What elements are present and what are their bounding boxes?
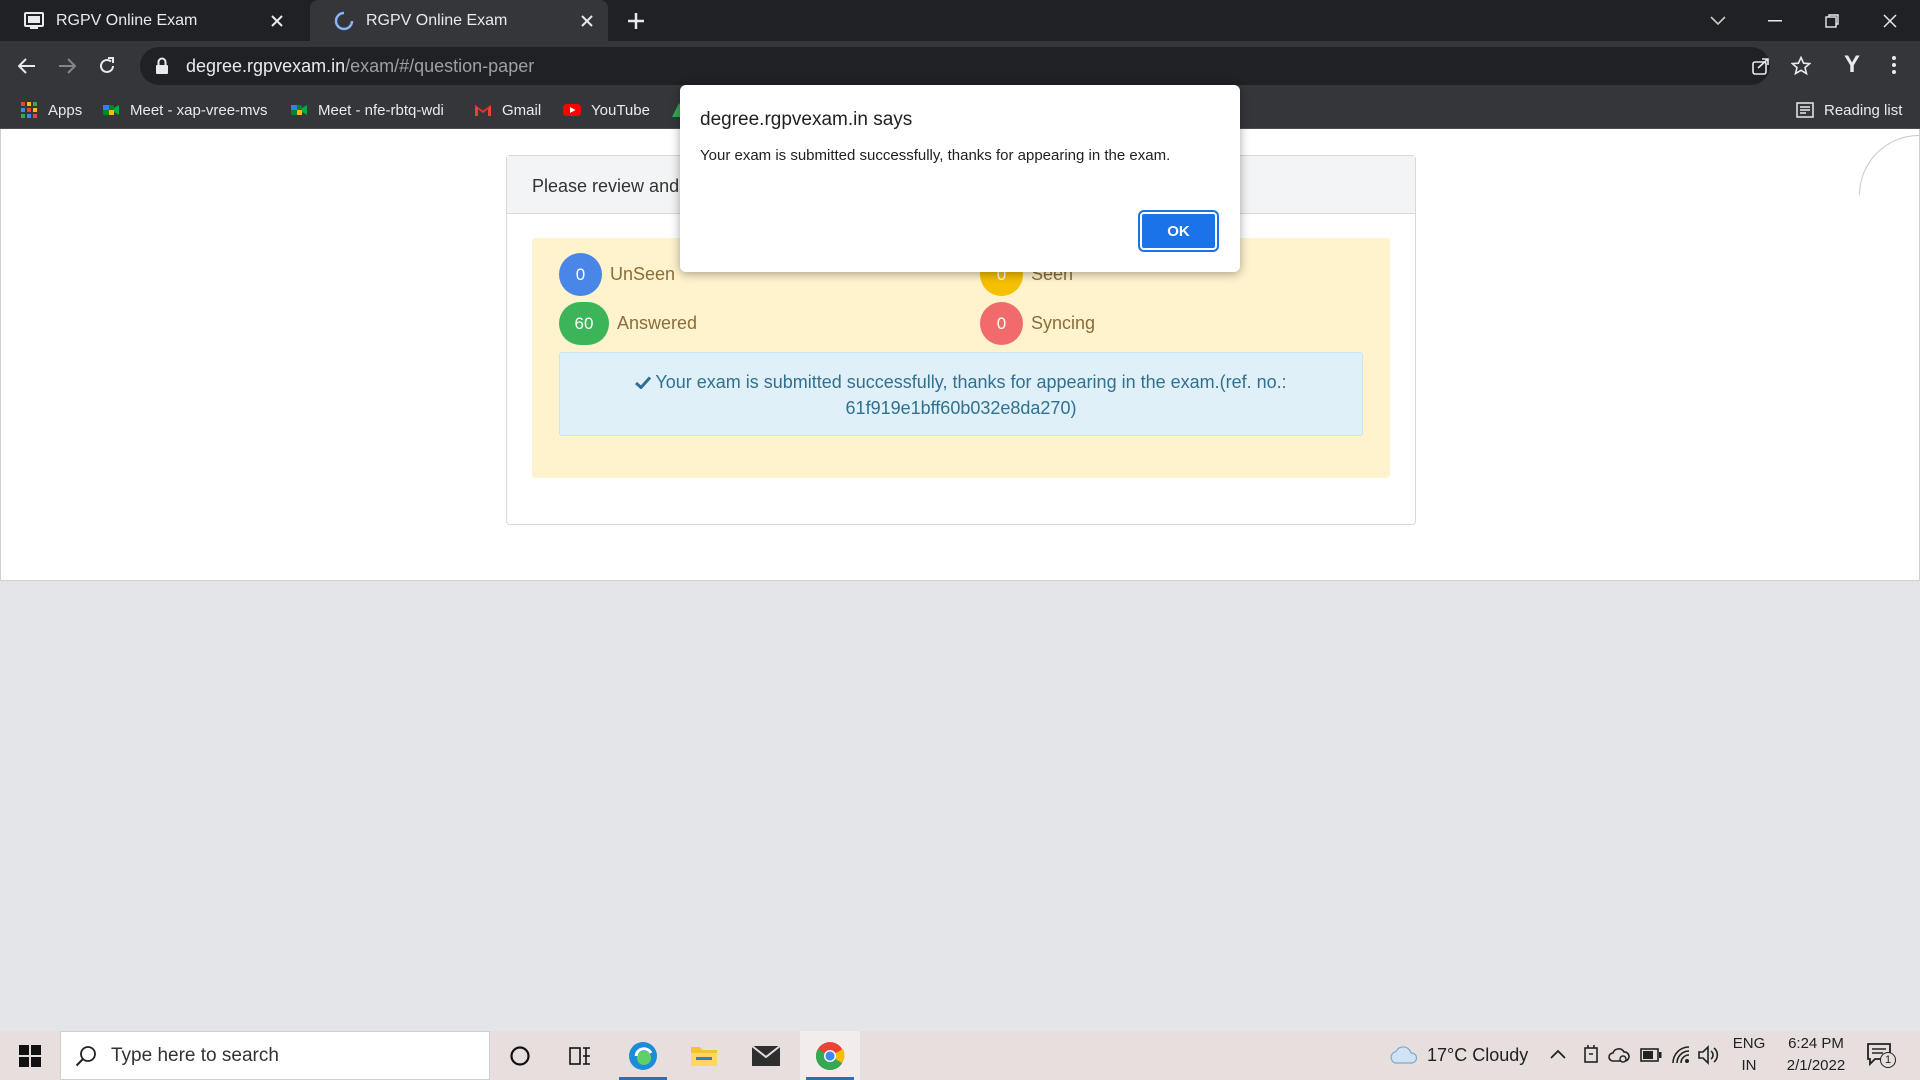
unseen-count-badge: 0 xyxy=(559,253,602,296)
bookmark-label: YouTube xyxy=(591,101,650,119)
menu-kebab-icon[interactable] xyxy=(1880,51,1908,79)
show-hidden-icons-chevron-icon[interactable] xyxy=(1550,1048,1566,1060)
notification-center-icon[interactable]: 1 xyxy=(1866,1042,1900,1070)
search-icon xyxy=(75,1045,96,1066)
bookmark-meet-1[interactable]: Meet - xap-vree-mvs xyxy=(102,91,268,129)
bookmark-label: Apps xyxy=(48,101,83,119)
restore-icon[interactable] xyxy=(1804,0,1860,41)
google-meet-icon xyxy=(103,105,119,115)
tab-rgpv-1[interactable]: RGPV Online Exam xyxy=(0,0,298,41)
clock-time[interactable]: 6:24 PM xyxy=(1778,1035,1854,1052)
gmail-icon xyxy=(474,104,492,116)
notification-count-badge: 1 xyxy=(1880,1052,1896,1068)
corner-widget xyxy=(1859,135,1919,195)
forward-arrow-icon[interactable] xyxy=(53,52,81,80)
stat-syncing: 0 Syncing xyxy=(980,302,1095,345)
bookmark-label: Meet - xap-vree-mvs xyxy=(130,101,268,119)
syncing-count-badge: 0 xyxy=(980,302,1023,345)
back-arrow-icon[interactable] xyxy=(13,52,41,80)
monitor-favicon-icon xyxy=(24,11,44,29)
url-path: /exam/#/question-paper xyxy=(345,55,535,76)
tab-strip: RGPV Online Exam RGPV Online Exam xyxy=(0,0,1920,41)
device-tray-icon[interactable] xyxy=(1582,1045,1600,1065)
windows-start-icon[interactable] xyxy=(0,1031,60,1080)
tab-search-chevron-icon[interactable] xyxy=(1690,0,1746,41)
stat-label: UnSeen xyxy=(610,264,676,284)
bookmark-star-icon[interactable] xyxy=(1791,56,1811,76)
checkmark-icon xyxy=(635,376,652,390)
onedrive-cloud-icon[interactable] xyxy=(1608,1046,1630,1064)
task-view-icon[interactable] xyxy=(550,1031,610,1080)
chrome-icon[interactable] xyxy=(800,1031,860,1080)
bookmark-label: Gmail xyxy=(502,101,542,119)
cloud-weather-icon[interactable] xyxy=(1388,1045,1418,1065)
dialog-title: degree.rgpvexam.in says xyxy=(700,109,913,130)
input-language-bottom[interactable]: IN xyxy=(1732,1057,1766,1074)
minimize-icon[interactable] xyxy=(1747,0,1803,41)
tab-rgpv-2[interactable]: RGPV Online Exam xyxy=(310,0,608,41)
reload-icon[interactable] xyxy=(93,52,121,80)
search-placeholder: Type here to search xyxy=(111,1044,279,1066)
youtube-icon xyxy=(563,104,581,116)
bookmark-meet-2[interactable]: Meet - nfe-rbtq-wdi xyxy=(290,91,444,129)
apps-grid-icon xyxy=(21,102,37,118)
clock-date[interactable]: 2/1/2022 xyxy=(1778,1057,1854,1074)
taskbar-search-box[interactable]: Type here to search xyxy=(60,1031,490,1080)
success-message: Your exam is submitted successfully, tha… xyxy=(655,372,1287,392)
reference-number: 61f919e1bff60b032e8da270) xyxy=(845,398,1077,418)
input-language-top[interactable]: ENG xyxy=(1732,1035,1766,1052)
windows-taskbar: Type here to search 17°C Cloudy ENG IN 6… xyxy=(0,1031,1920,1080)
dialog-message: Your exam is submitted successfully, tha… xyxy=(700,147,1171,164)
weather-text[interactable]: 17°C Cloudy xyxy=(1427,1045,1528,1066)
reading-list-button[interactable]: Reading list xyxy=(1796,91,1902,129)
stat-label: Syncing xyxy=(1031,313,1096,333)
profile-avatar[interactable]: Y xyxy=(1838,51,1866,79)
tab-title: RGPV Online Exam xyxy=(366,11,508,29)
edge-browser-icon[interactable] xyxy=(613,1031,673,1080)
mail-icon[interactable] xyxy=(736,1031,796,1080)
lock-icon[interactable] xyxy=(154,57,170,75)
bookmark-gmail[interactable]: Gmail xyxy=(474,91,541,129)
submission-success-alert: Your exam is submitted successfully, tha… xyxy=(559,352,1363,436)
close-window-icon[interactable] xyxy=(1862,0,1918,41)
tab-title: RGPV Online Exam xyxy=(56,11,198,29)
address-bar[interactable]: degree.rgpvexam.in/exam/#/question-paper xyxy=(140,47,1811,85)
cortana-icon[interactable] xyxy=(490,1031,550,1080)
reading-list-icon xyxy=(1796,102,1814,118)
tab-close-icon[interactable] xyxy=(268,12,286,30)
volume-icon[interactable] xyxy=(1697,1045,1719,1065)
tab-close-icon[interactable] xyxy=(578,12,596,30)
google-meet-icon xyxy=(291,105,307,115)
stat-label: Answered xyxy=(617,313,698,333)
bookmark-label: Meet - nfe-rbtq-wdi xyxy=(318,101,444,119)
alert-dialog: degree.rgpvexam.in says Your exam is sub… xyxy=(680,85,1240,272)
bookmark-youtube[interactable]: YouTube xyxy=(563,91,650,129)
loading-favicon-icon xyxy=(334,11,354,30)
new-tab-plus-icon[interactable] xyxy=(623,8,649,34)
file-explorer-icon[interactable] xyxy=(674,1031,734,1080)
status-summary: 0 UnSeen 0 Seen 60 Answered 0 Syncing Yo… xyxy=(532,238,1390,478)
battery-icon[interactable] xyxy=(1640,1048,1662,1062)
url-host: degree.rgpvexam.in xyxy=(186,55,346,76)
stat-unseen: 0 UnSeen xyxy=(559,253,675,296)
bookmark-apps[interactable]: Apps xyxy=(20,91,82,129)
share-icon[interactable] xyxy=(1752,57,1770,75)
browser-toolbar: degree.rgpvexam.in/exam/#/question-paper… xyxy=(0,41,1920,91)
ok-button[interactable]: OK xyxy=(1138,210,1219,252)
stat-answered: 60 Answered xyxy=(559,302,697,345)
answered-count-badge: 60 xyxy=(559,302,609,345)
reading-list-label: Reading list xyxy=(1824,101,1903,119)
wifi-icon[interactable] xyxy=(1671,1045,1691,1065)
